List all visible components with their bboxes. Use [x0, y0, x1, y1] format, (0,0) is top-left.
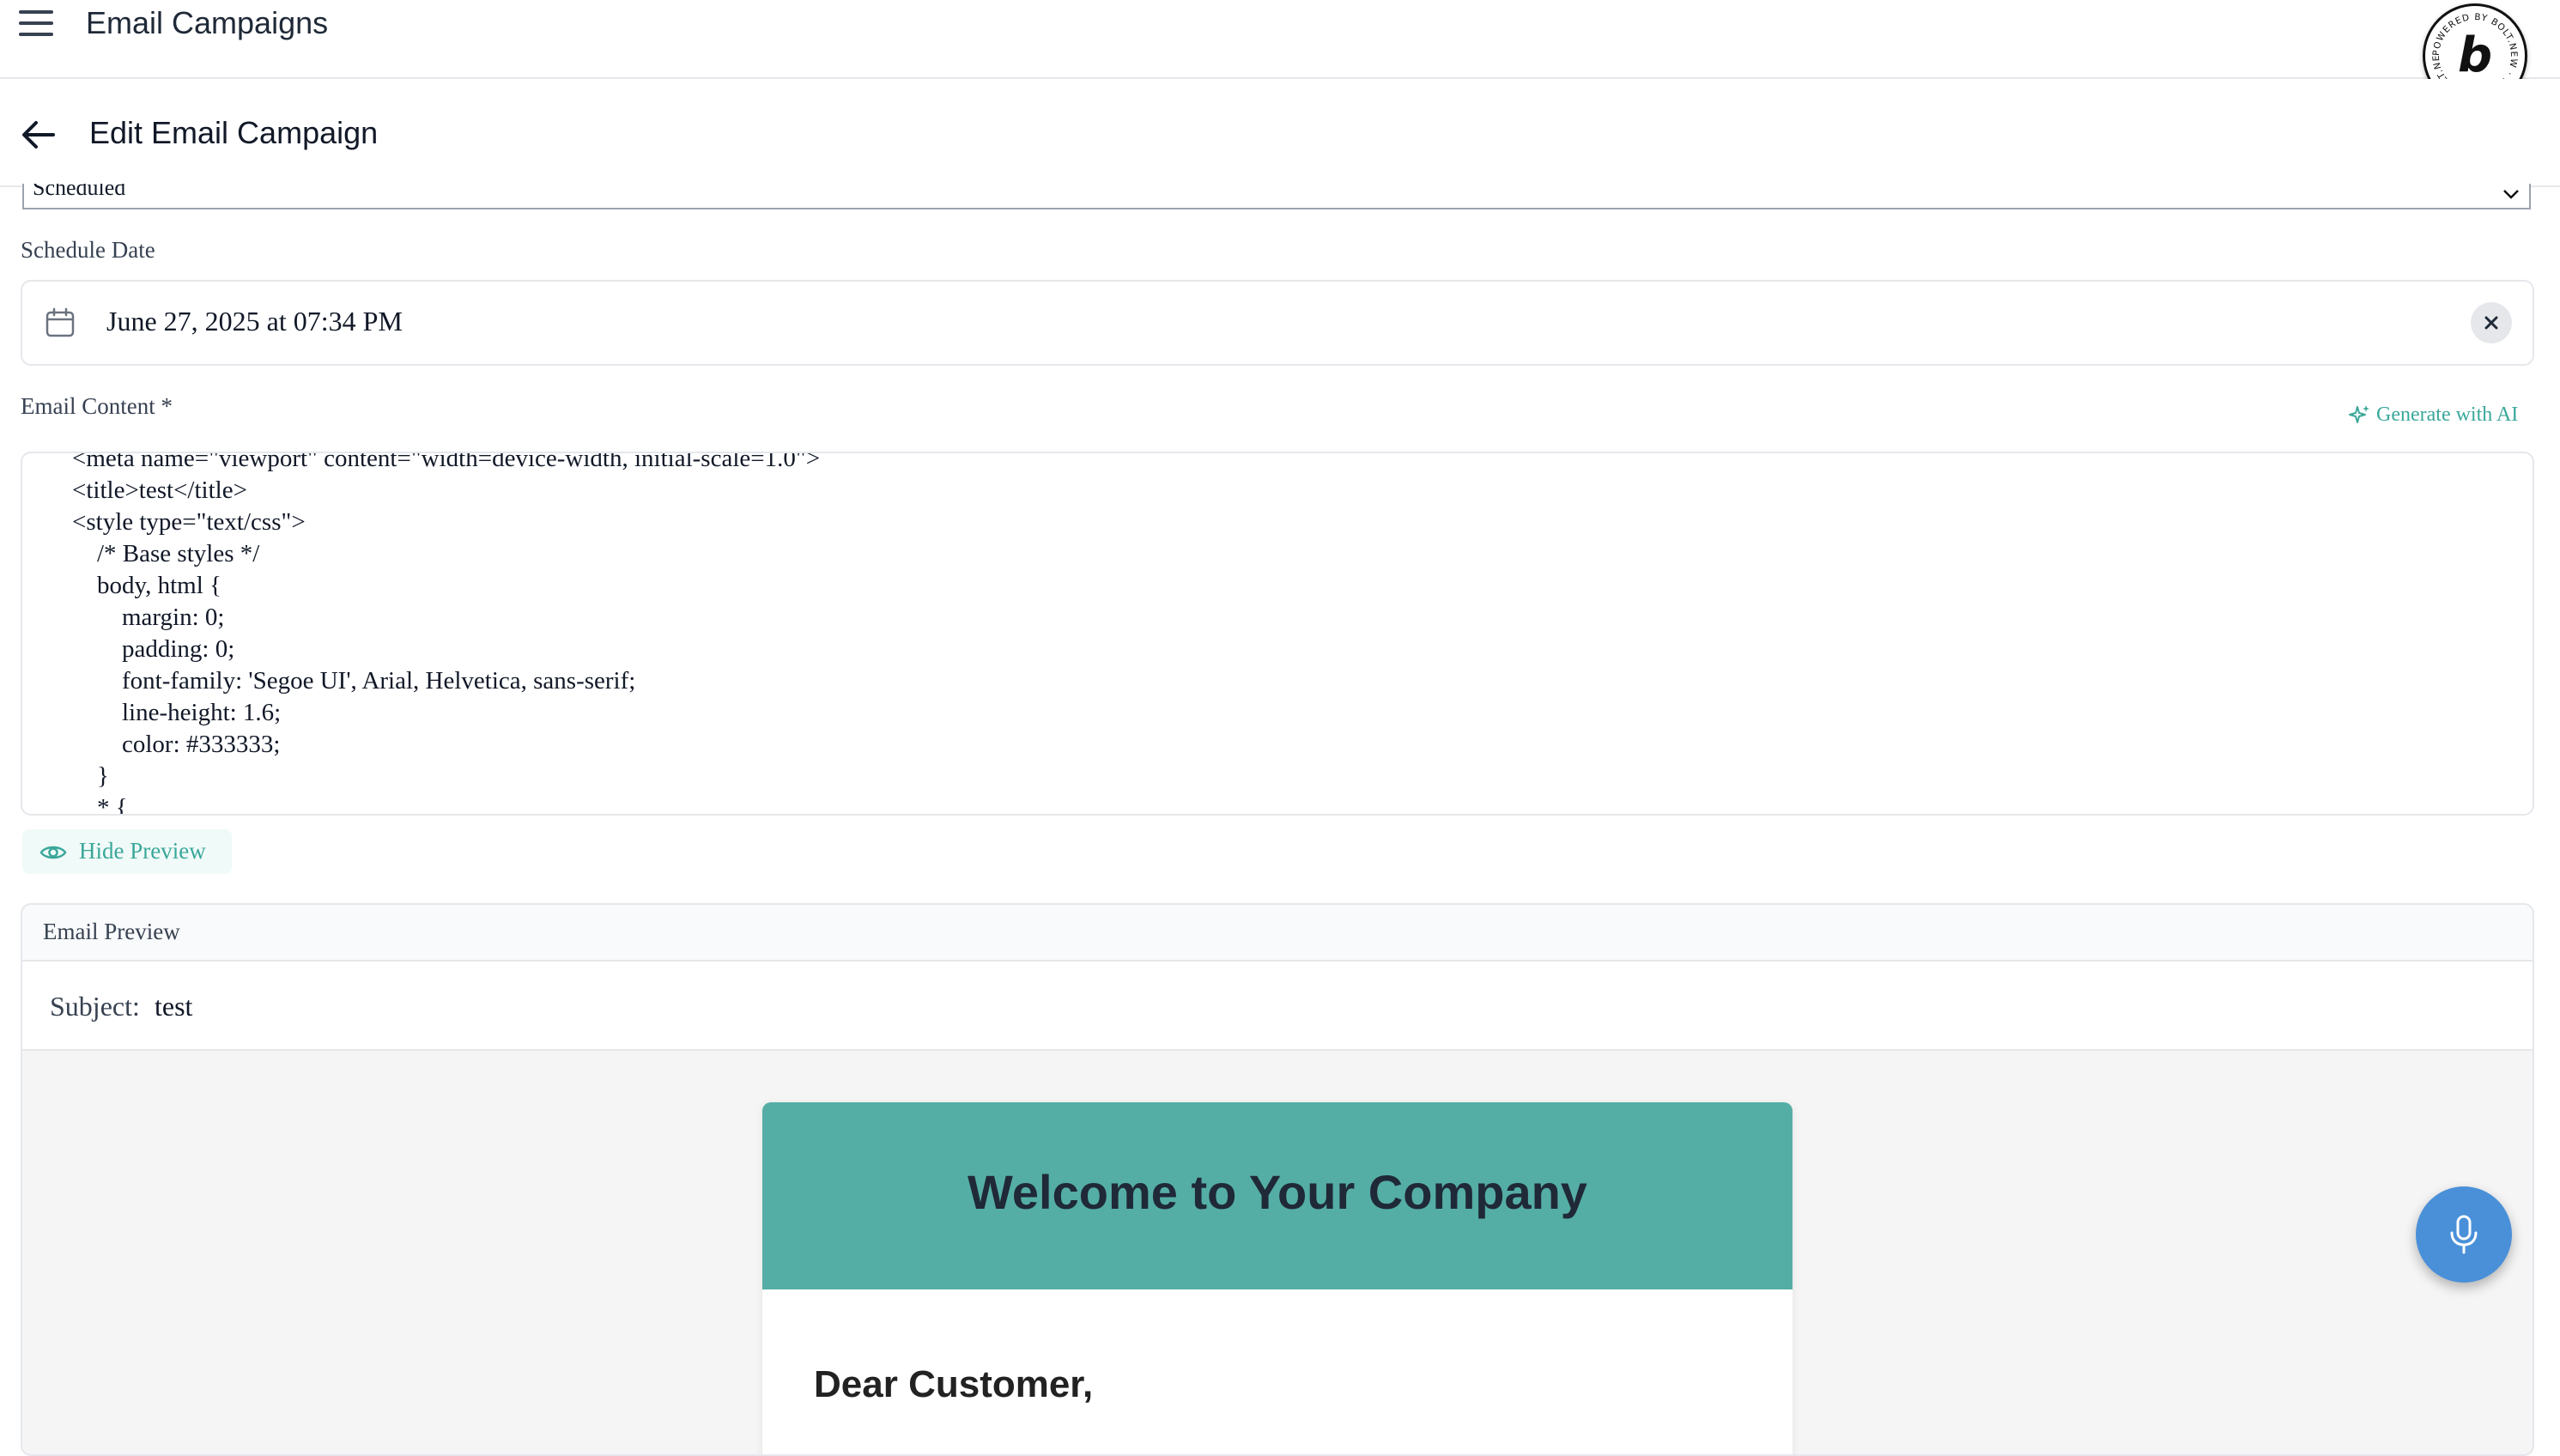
code-line: * { [72, 794, 128, 816]
schedule-date-value: June 27, 2025 at 07:34 PM [106, 306, 403, 337]
email-hero-banner: Welcome to Your Company [762, 1102, 1793, 1289]
code-line: <title>test</title> [72, 476, 247, 504]
code-line: line-height: 1.6; [72, 699, 282, 726]
code-line: margin: 0; [72, 604, 225, 631]
email-greeting: Dear Customer, [814, 1363, 1094, 1405]
code-lines: <meta name="viewport" content="width=dev… [72, 452, 821, 816]
code-line: <style type="text/css"> [72, 508, 306, 536]
clear-date-button[interactable] [2471, 302, 2512, 343]
status-select[interactable]: Scheduled [22, 184, 2531, 209]
email-preview-panel: Email Preview Subject: test Welcome to Y… [21, 903, 2534, 1456]
close-icon [2484, 316, 2498, 330]
email-body-card: Welcome to Your Company Dear Customer, [762, 1102, 1793, 1454]
eye-icon [39, 846, 67, 859]
chevron-down-icon [2503, 190, 2519, 199]
code-line: padding: 0; [72, 635, 235, 663]
email-content-label: Email Content * [21, 393, 173, 419]
microphone-icon [2450, 1215, 2478, 1254]
status-value: Scheduled [33, 184, 126, 200]
code-line: /* Base styles */ [72, 540, 260, 567]
subject-label: Subject: [50, 991, 140, 1022]
hide-preview-button[interactable]: Hide Preview [22, 829, 232, 874]
subject-value: test [155, 991, 193, 1022]
schedule-date-field[interactable]: June 27, 2025 at 07:34 PM [21, 280, 2534, 366]
subject-row: Subject: test [22, 962, 2533, 1051]
email-preview-title: Email Preview [43, 919, 180, 944]
svg-text:b: b [2458, 27, 2492, 83]
arrow-left-icon[interactable] [19, 118, 58, 152]
page-title: Edit Email Campaign [89, 115, 379, 150]
email-hero-title: Welcome to Your Company [968, 1165, 1587, 1219]
hamburger-menu-icon[interactable] [19, 10, 53, 38]
hide-preview-label: Hide Preview [79, 838, 206, 864]
code-line: <meta name="viewport" content="width=dev… [72, 452, 821, 472]
generate-with-ai-label: Generate with AI [2376, 403, 2519, 426]
code-line: font-family: 'Segoe UI', Arial, Helvetic… [72, 667, 636, 695]
code-line: body, html { [72, 572, 221, 599]
schedule-date-label: Schedule Date [21, 237, 155, 263]
email-content-textarea[interactable]: <meta name="viewport" content="width=dev… [21, 452, 2534, 816]
voice-input-button[interactable] [2416, 1186, 2512, 1283]
code-line: } [72, 762, 109, 790]
app-title: Email Campaigns [86, 5, 329, 40]
sparkles-icon [2349, 405, 2369, 423]
email-preview-header: Email Preview [22, 905, 2533, 962]
app-bar: Email Campaigns POWERED BY BOLT.NEW · MA… [0, 0, 2560, 108]
page-header: Edit Email Campaign [0, 79, 2560, 187]
code-line: color: #333333; [72, 731, 281, 758]
calendar-icon [45, 307, 75, 337]
